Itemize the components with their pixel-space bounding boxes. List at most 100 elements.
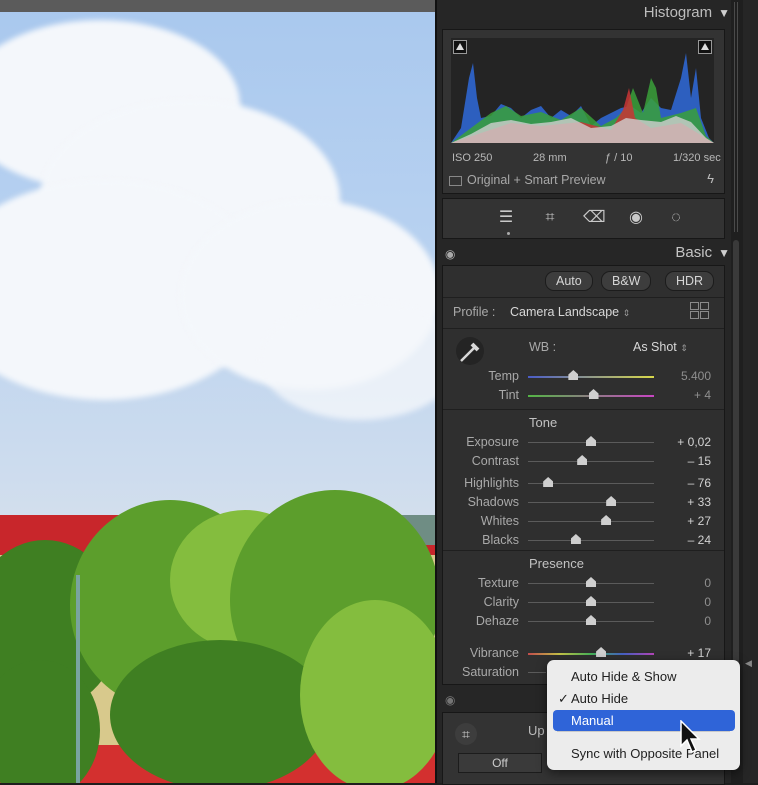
temp-slider[interactable] bbox=[528, 370, 654, 380]
menu-item-sync-opposite-panel[interactable]: Sync with Opposite Panel bbox=[553, 743, 735, 764]
tool-strip: ☰ ⌗ ⌫ ◉ ◌ bbox=[442, 198, 725, 239]
panel-visibility-eye-icon[interactable]: ◉ bbox=[445, 693, 455, 707]
tree bbox=[110, 640, 330, 783]
contrast-slider[interactable] bbox=[528, 455, 654, 465]
presence-section-title: Presence bbox=[529, 556, 584, 571]
panel-scrollbar[interactable] bbox=[733, 240, 739, 680]
highlights-slider-knob[interactable] bbox=[543, 477, 554, 487]
dehaze-value[interactable]: 0 bbox=[651, 614, 711, 628]
menu-item-auto-hide-show[interactable]: Auto Hide & Show bbox=[553, 666, 735, 687]
whites-label: Whites bbox=[480, 514, 519, 528]
exposure-slider[interactable] bbox=[528, 436, 654, 446]
lightning-icon[interactable]: ϟ bbox=[707, 171, 714, 186]
profile-browser-grid-icon[interactable] bbox=[690, 302, 709, 319]
blacks-slider-knob[interactable] bbox=[570, 534, 581, 544]
tone-section-title: Tone bbox=[529, 415, 558, 430]
basic-title: Basic bbox=[675, 244, 713, 261]
vibrance-slider[interactable] bbox=[528, 647, 654, 657]
highlights-value[interactable]: – 76 bbox=[651, 476, 711, 490]
hdr-button[interactable]: HDR bbox=[665, 271, 715, 291]
clarity-slider[interactable] bbox=[528, 596, 654, 606]
clarity-slider-knob[interactable] bbox=[586, 596, 596, 606]
texture-value[interactable]: 0 bbox=[651, 576, 711, 590]
exif-iso: ISO 250 bbox=[452, 152, 493, 164]
tint-label: Tint bbox=[498, 388, 519, 402]
shadows-slider[interactable] bbox=[528, 496, 654, 506]
exif-focal-length: 28 mm bbox=[533, 152, 567, 164]
exposure-slider-knob[interactable] bbox=[586, 436, 596, 446]
updown-icon: ⇕ bbox=[622, 308, 631, 318]
histogram-header[interactable]: Histogram ▼ bbox=[590, 4, 730, 21]
photo-top-bar bbox=[0, 0, 435, 12]
exposure-label: Exposure bbox=[466, 435, 519, 449]
wb-eyedropper-icon[interactable] bbox=[455, 336, 485, 366]
profile-dropdown[interactable]: Camera Landscape ⇕ bbox=[510, 305, 630, 319]
histogram-graph[interactable] bbox=[451, 38, 714, 143]
clarity-value[interactable]: 0 bbox=[651, 595, 711, 609]
exposure-value[interactable]: + 0,02 bbox=[651, 435, 711, 449]
tint-value[interactable]: + 4 bbox=[651, 388, 711, 402]
highlights-label: Highlights bbox=[464, 476, 519, 490]
texture-slider-knob[interactable] bbox=[586, 577, 596, 587]
upright-label: Up bbox=[528, 723, 545, 738]
dehaze-slider[interactable] bbox=[528, 615, 654, 625]
masking-icon[interactable]: ◌ bbox=[665, 207, 687, 229]
vibrance-slider-knob[interactable] bbox=[596, 647, 607, 657]
blacks-value[interactable]: – 24 bbox=[651, 533, 711, 547]
saturation-label: Saturation bbox=[462, 665, 519, 679]
basic-header[interactable]: Basic ▼ bbox=[585, 244, 730, 261]
panel-visibility-eye-icon[interactable]: ◉ bbox=[445, 247, 455, 261]
upright-icon[interactable]: ⌗ bbox=[455, 723, 477, 745]
checkmark-icon: ✓ bbox=[558, 691, 569, 706]
smart-preview-status[interactable]: Original + Smart Preview bbox=[449, 173, 606, 187]
histogram-panel: ISO 250 28 mm ƒ / 10 1/320 sec Original … bbox=[442, 29, 725, 194]
bw-button[interactable]: B&W bbox=[601, 271, 652, 291]
collapse-triangle-icon[interactable]: ▼ bbox=[718, 6, 730, 20]
temp-label: Temp bbox=[488, 369, 519, 383]
texture-slider[interactable] bbox=[528, 577, 654, 587]
dehaze-slider-knob[interactable] bbox=[586, 615, 596, 625]
lamp-pole bbox=[76, 575, 80, 783]
tint-slider-knob[interactable] bbox=[588, 389, 599, 399]
collapse-triangle-icon[interactable]: ▼ bbox=[718, 246, 730, 260]
tint-slider[interactable] bbox=[528, 389, 654, 399]
highlight-clipping-icon[interactable] bbox=[698, 40, 712, 54]
updown-icon: ⇕ bbox=[680, 343, 688, 353]
eraser-heal-icon[interactable]: ⌫ bbox=[583, 207, 606, 229]
contrast-value[interactable]: – 15 bbox=[651, 454, 711, 468]
crop-icon[interactable]: ⌗ bbox=[539, 207, 561, 229]
shadows-label: Shadows bbox=[467, 495, 519, 509]
mouse-cursor-icon bbox=[680, 720, 701, 754]
upright-off-button[interactable]: Off bbox=[458, 753, 542, 773]
panel-edge-texture bbox=[734, 2, 738, 232]
whites-slider-knob[interactable] bbox=[601, 515, 612, 525]
shadows-slider-knob[interactable] bbox=[606, 496, 617, 506]
edit-sliders-icon[interactable]: ☰ bbox=[495, 207, 517, 229]
contrast-slider-knob[interactable] bbox=[577, 455, 588, 465]
shadows-value[interactable]: + 33 bbox=[651, 495, 711, 509]
vibrance-value[interactable]: + 17 bbox=[651, 646, 711, 660]
exif-shutter: 1/320 sec bbox=[673, 152, 721, 164]
panel-visibility-context-menu: Auto Hide & Show ✓ Auto Hide Manual Sync … bbox=[547, 660, 740, 770]
highlights-slider[interactable] bbox=[528, 477, 654, 487]
auto-button[interactable]: Auto bbox=[545, 271, 593, 291]
whites-slider[interactable] bbox=[528, 515, 654, 525]
vibrance-label: Vibrance bbox=[469, 646, 519, 660]
histogram-title: Histogram bbox=[643, 4, 713, 21]
menu-item-manual[interactable]: Manual bbox=[553, 710, 735, 731]
basic-panel: Auto B&W HDR Profile : Camera Landscape … bbox=[442, 265, 725, 685]
red-eye-icon[interactable]: ◉ bbox=[625, 207, 647, 229]
exif-aperture: ƒ / 10 bbox=[605, 152, 633, 164]
whites-value[interactable]: + 27 bbox=[651, 514, 711, 528]
shadow-clipping-icon[interactable] bbox=[453, 40, 467, 54]
blacks-label: Blacks bbox=[482, 533, 519, 547]
temp-slider-knob[interactable] bbox=[568, 370, 579, 380]
photo-canvas[interactable] bbox=[0, 0, 435, 783]
blacks-slider[interactable] bbox=[528, 534, 654, 544]
menu-item-auto-hide[interactable]: ✓ Auto Hide bbox=[553, 688, 735, 709]
panel-edge-arrow-icon[interactable]: ◀ bbox=[745, 658, 752, 669]
contrast-label: Contrast bbox=[471, 454, 519, 468]
wb-dropdown[interactable]: As Shot ⇕ bbox=[633, 340, 688, 354]
temp-value[interactable]: 5.400 bbox=[651, 369, 711, 383]
saturation-slider[interactable] bbox=[528, 672, 546, 673]
